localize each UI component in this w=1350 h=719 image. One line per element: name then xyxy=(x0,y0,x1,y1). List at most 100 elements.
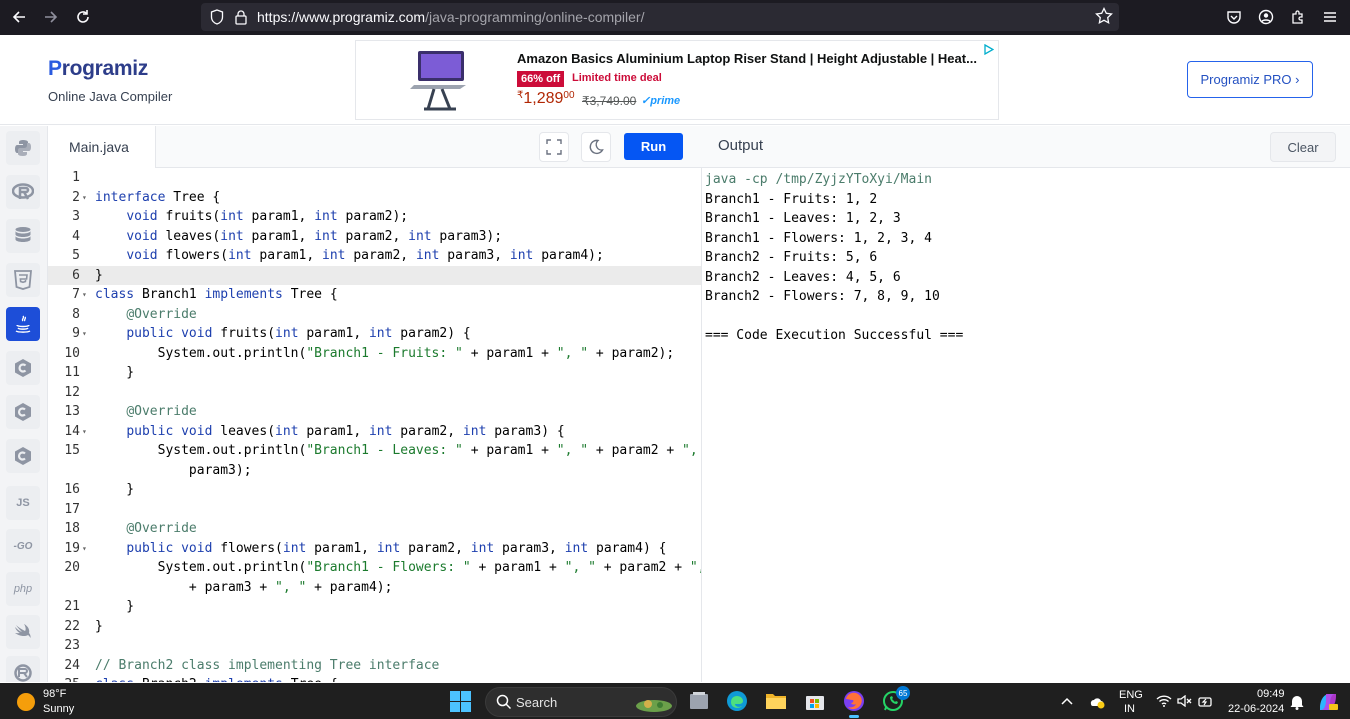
fold-arrow-icon[interactable]: ▾ xyxy=(82,324,87,344)
fold-arrow-icon[interactable]: ▾ xyxy=(82,675,87,682)
cpp-language-button[interactable] xyxy=(6,395,40,429)
code-text[interactable]: + param3 + ", " + param4); xyxy=(95,578,393,598)
file-explorer-button[interactable] xyxy=(764,689,788,713)
adchoices-icon[interactable] xyxy=(983,44,994,55)
code-text[interactable]: public void flowers(int param1, int para… xyxy=(95,539,666,559)
javascript-language-button[interactable]: JS xyxy=(6,486,40,520)
file-tab[interactable]: Main.java xyxy=(48,126,156,168)
html-language-button[interactable] xyxy=(6,263,40,297)
code-text[interactable]: System.out.println("Branch1 - Fruits: " … xyxy=(95,344,675,364)
code-text[interactable]: @Override xyxy=(95,402,196,422)
code-line[interactable]: param3); xyxy=(48,461,701,481)
extensions-button[interactable] xyxy=(1282,2,1314,32)
edge-taskbar-button[interactable] xyxy=(725,689,749,713)
speaker-muted-icon[interactable] xyxy=(1177,695,1193,707)
code-line[interactable]: 2 ▾ interface Tree { xyxy=(48,188,701,208)
code-text[interactable]: @Override xyxy=(95,305,196,325)
taskbar-search[interactable]: Search xyxy=(485,687,677,717)
code-line[interactable]: 25▾ class Branch2 implements Tree { xyxy=(48,675,701,682)
code-text[interactable]: } xyxy=(95,597,134,617)
onedrive-warning-icon[interactable] xyxy=(1089,695,1105,709)
programiz-pro-button[interactable]: Programiz PRO › xyxy=(1187,61,1313,98)
back-button[interactable] xyxy=(3,1,35,33)
r-language-button[interactable] xyxy=(6,175,40,209)
code-text[interactable]: } xyxy=(95,480,134,500)
code-text[interactable]: param3); xyxy=(95,461,252,481)
chevron-up-icon[interactable] xyxy=(1061,696,1073,706)
code-text[interactable]: public void fruits(int param1, int param… xyxy=(95,324,470,344)
code-editor[interactable]: 1 2 ▾ interface Tree {3 void fruits(int par… xyxy=(48,168,702,682)
clock-time[interactable]: 09:49 xyxy=(1257,688,1285,700)
url-text[interactable]: https://www.programiz.com/java-programmi… xyxy=(257,9,644,25)
fold-arrow-icon[interactable]: ▾ xyxy=(82,539,87,559)
code-text[interactable]: @Override xyxy=(95,519,196,539)
bookmark-star-icon[interactable] xyxy=(1095,7,1113,25)
code-text[interactable]: } xyxy=(95,266,103,286)
code-line[interactable]: 8 @Override xyxy=(48,305,701,325)
account-button[interactable] xyxy=(1250,2,1282,32)
code-text[interactable]: void flowers(int param1, int param2, int… xyxy=(95,246,604,266)
clock-date[interactable]: 22-06-2024 xyxy=(1228,703,1284,715)
code-line[interactable]: 21 } xyxy=(48,597,701,617)
swift-language-button[interactable] xyxy=(6,615,40,649)
rust-language-button[interactable] xyxy=(6,656,40,682)
weather-temperature[interactable]: 98°F xyxy=(43,688,66,700)
python-language-button[interactable] xyxy=(6,131,40,165)
code-line[interactable]: 19 ▾ public void flowers(int param1, int … xyxy=(48,539,701,559)
code-line[interactable]: 9 ▾ public void fruits(int param1, int pa… xyxy=(48,324,701,344)
language-indicator[interactable]: ENG xyxy=(1119,689,1143,701)
code-line[interactable]: 15 System.out.println("Branch1 - Leaves:… xyxy=(48,441,701,461)
windows-start-icon[interactable] xyxy=(450,691,471,712)
code-line[interactable]: 14 ▾ public void leaves(int param1, int p… xyxy=(48,422,701,442)
copilot-icon[interactable] xyxy=(1317,692,1339,712)
code-line[interactable]: 10 System.out.println("Branch1 - Fruits:… xyxy=(48,344,701,364)
code-line[interactable]: 24 // Branch2 class implementing Tree int… xyxy=(48,656,701,676)
fold-arrow-icon[interactable]: ▾ xyxy=(82,422,87,442)
fold-arrow-icon[interactable]: ▾ xyxy=(82,285,87,305)
code-text[interactable]: class Branch1 implements Tree { xyxy=(95,285,338,305)
java-language-button[interactable] xyxy=(6,307,40,341)
code-line[interactable]: 3 void fruits(int param1, int param2); xyxy=(48,207,701,227)
code-text[interactable]: } xyxy=(95,363,134,383)
code-line[interactable]: 17 xyxy=(48,500,701,520)
code-line[interactable]: 18 @Override xyxy=(48,519,701,539)
csharp-language-button[interactable] xyxy=(6,439,40,473)
code-line[interactable]: 4 void leaves(int param1, int param2, in… xyxy=(48,227,701,247)
code-text[interactable]: public void leaves(int param1, int param… xyxy=(95,422,564,442)
output-panel[interactable]: java -cp /tmp/ZyjzYToXyi/Main Branch1 - F… xyxy=(702,168,1350,682)
code-line[interactable]: 13 @Override xyxy=(48,402,701,422)
code-line[interactable]: 5 void flowers(int param1, int param2, i… xyxy=(48,246,701,266)
code-line[interactable]: 6} xyxy=(48,265,701,286)
shield-icon[interactable] xyxy=(210,9,224,25)
reload-button[interactable] xyxy=(67,1,99,33)
fullscreen-button[interactable] xyxy=(539,132,569,162)
weather-sun-icon[interactable] xyxy=(17,693,35,711)
task-view-button[interactable] xyxy=(687,689,711,713)
code-line[interactable]: 11 } xyxy=(48,363,701,383)
code-text[interactable]: interface Tree { xyxy=(95,188,220,208)
ad-title[interactable]: Amazon Basics Aluminium Laptop Riser Sta… xyxy=(517,51,977,66)
code-line[interactable]: 22} xyxy=(48,617,701,637)
advertisement-banner[interactable]: Amazon Basics Aluminium Laptop Riser Sta… xyxy=(355,40,999,120)
weather-condition[interactable]: Sunny xyxy=(43,703,74,715)
c-language-button[interactable] xyxy=(6,351,40,385)
code-line[interactable]: 20 System.out.println("Branch1 - Flowers… xyxy=(48,558,701,578)
dark-mode-button[interactable] xyxy=(581,132,611,162)
lock-icon[interactable] xyxy=(234,9,248,25)
forward-button[interactable] xyxy=(35,1,67,33)
notification-bell-icon[interactable] xyxy=(1290,694,1304,710)
sql-language-button[interactable] xyxy=(6,219,40,253)
code-text[interactable]: System.out.println("Branch1 - Flowers: "… xyxy=(95,558,701,578)
clear-output-button[interactable]: Clear xyxy=(1270,132,1336,162)
firefox-taskbar-button[interactable] xyxy=(842,689,866,718)
menu-button[interactable] xyxy=(1314,2,1346,32)
code-text[interactable]: } xyxy=(95,617,103,637)
php-language-button[interactable]: php xyxy=(6,572,40,606)
code-line[interactable]: + param3 + ", " + param4); xyxy=(48,578,701,598)
code-text[interactable]: // Branch2 class implementing Tree inter… xyxy=(95,656,439,676)
wifi-icon[interactable] xyxy=(1156,695,1172,707)
code-line[interactable]: 23 xyxy=(48,636,701,656)
run-button[interactable]: Run xyxy=(624,133,683,160)
code-line[interactable]: 16 } xyxy=(48,480,701,500)
programiz-logo[interactable]: Programiz xyxy=(48,57,148,81)
